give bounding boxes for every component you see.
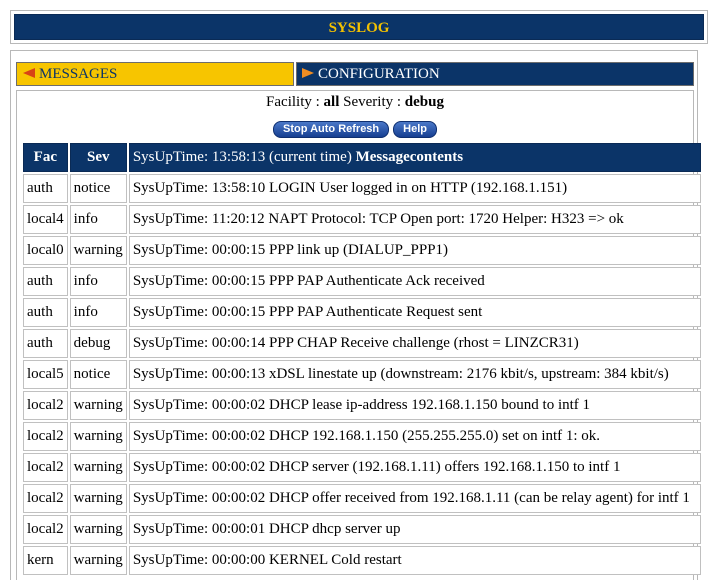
- message-cell: SysUpTime: 00:00:15 PPP PAP Authenticate…: [128, 298, 701, 327]
- table-row: local5 notice SysUpTime: 00:00:13 xDSL lin…: [23, 360, 701, 389]
- facility-cell: local2: [23, 391, 68, 420]
- tab-bar: MESSAGES CONFIGURATION: [16, 62, 694, 86]
- severity-cell: warning: [69, 391, 127, 420]
- tab-messages[interactable]: MESSAGES: [16, 62, 294, 86]
- facility-cell: local0: [23, 236, 68, 265]
- table-row: local0 warning SysUpTime: 00:00:15 PPP lin…: [23, 236, 701, 265]
- facility-cell: local2: [23, 515, 68, 544]
- facility-cell: auth: [23, 329, 68, 358]
- current-time-label: SysUpTime: 13:58:13 (current time): [132, 149, 352, 165]
- message-cell: SysUpTime: 00:00:02 DHCP 192.168.1.150 (…: [128, 422, 701, 451]
- severity-cell: warning: [69, 546, 127, 575]
- message-cell: SysUpTime: 00:00:02 DHCP server (192.168…: [128, 453, 701, 482]
- table-row: auth info SysUpTime: 00:00:15 PPP PAP Auth…: [23, 298, 701, 327]
- severity-cell: warning: [69, 484, 127, 513]
- message-cell: SysUpTime: 00:00:13 xDSL linestate up (d…: [128, 360, 701, 389]
- severity-cell: info: [69, 267, 127, 296]
- facility-cell: kern: [23, 546, 68, 575]
- message-cell: SysUpTime: 00:00:15 PPP link up (DIALUP_…: [128, 236, 701, 265]
- table-row: auth debug SysUpTime: 00:00:14 PPP CHAP Re…: [23, 329, 701, 358]
- stop-auto-refresh-button[interactable]: Stop Auto Refresh: [273, 121, 390, 138]
- table-row: local2 warning SysUpTime: 00:00:02 DHCP le…: [23, 391, 701, 420]
- table-header-row: Fac Sev SysUpTime: 13:58:13 (current tim…: [23, 143, 701, 172]
- message-cell: SysUpTime: 00:00:02 DHCP offer received …: [128, 484, 701, 513]
- tab-configuration-label: CONFIGURATION: [318, 66, 440, 82]
- table-row: auth notice SysUpTime: 13:58:10 LOGIN User…: [23, 174, 701, 203]
- arrow-right-icon: [302, 67, 314, 78]
- table-row: local2 warning SysUpTime: 00:00:02 DHCP 19…: [23, 422, 701, 451]
- table-row: local4 info SysUpTime: 11:20:12 NAPT Proto…: [23, 205, 701, 234]
- tab-messages-label: MESSAGES: [39, 66, 118, 82]
- message-cell: SysUpTime: 00:00:00 KERNEL Cold restart: [128, 546, 701, 575]
- facility-cell: local2: [23, 484, 68, 513]
- facility-cell: local4: [23, 205, 68, 234]
- severity-value: debug: [404, 94, 444, 110]
- severity-cell: info: [69, 298, 127, 327]
- facility-label: Facility :: [266, 94, 320, 110]
- button-row: Stop Auto Refresh Help: [17, 119, 693, 138]
- table-row: local2 warning SysUpTime: 00:00:02 DHCP of…: [23, 484, 701, 513]
- syslog-table: Fac Sev SysUpTime: 13:58:13 (current tim…: [21, 141, 703, 577]
- table-row: local2 warning SysUpTime: 00:00:01 DHCP dh…: [23, 515, 701, 544]
- help-button[interactable]: Help: [393, 121, 437, 138]
- table-row: local2 warning SysUpTime: 00:00:02 DHCP se…: [23, 453, 701, 482]
- severity-cell: debug: [69, 329, 127, 358]
- column-header-fac: Fac: [23, 143, 68, 172]
- facility-value: all: [323, 94, 340, 110]
- table-row: auth info SysUpTime: 00:00:15 PPP PAP Auth…: [23, 267, 701, 296]
- message-cell: SysUpTime: 11:20:12 NAPT Protocol: TCP O…: [128, 205, 701, 234]
- facility-cell: auth: [23, 174, 68, 203]
- message-cell: SysUpTime: 00:00:15 PPP PAP Authenticate…: [128, 267, 701, 296]
- message-cell: SysUpTime: 00:00:14 PPP CHAP Receive cha…: [128, 329, 701, 358]
- severity-cell: warning: [69, 515, 127, 544]
- severity-cell: warning: [69, 236, 127, 265]
- tab-configuration[interactable]: CONFIGURATION: [296, 62, 694, 86]
- severity-cell: warning: [69, 422, 127, 451]
- facility-cell: local2: [23, 453, 68, 482]
- facility-cell: auth: [23, 267, 68, 296]
- filter-summary: Facility : all Severity : debug: [17, 94, 693, 111]
- column-header-message: SysUpTime: 13:58:13 (current time) Messa…: [128, 143, 701, 172]
- facility-cell: auth: [23, 298, 68, 327]
- facility-cell: local2: [23, 422, 68, 451]
- severity-cell: warning: [69, 453, 127, 482]
- severity-cell: notice: [69, 174, 127, 203]
- severity-cell: info: [69, 205, 127, 234]
- message-contents-label: Messagecontents: [355, 149, 464, 165]
- severity-cell: notice: [69, 360, 127, 389]
- title-frame: SYSLOG: [10, 10, 708, 44]
- page-title: SYSLOG: [14, 14, 704, 40]
- column-header-sev: Sev: [69, 143, 127, 172]
- message-cell: SysUpTime: 13:58:10 LOGIN User logged in…: [128, 174, 701, 203]
- message-cell: SysUpTime: 00:00:02 DHCP lease ip-addres…: [128, 391, 701, 420]
- message-cell: SysUpTime: 00:00:01 DHCP dhcp server up: [128, 515, 701, 544]
- facility-cell: local5: [23, 360, 68, 389]
- table-row: kern warning SysUpTime: 00:00:00 KERNEL Co…: [23, 546, 701, 575]
- arrow-left-icon: [23, 67, 35, 78]
- severity-label: Severity :: [343, 94, 402, 110]
